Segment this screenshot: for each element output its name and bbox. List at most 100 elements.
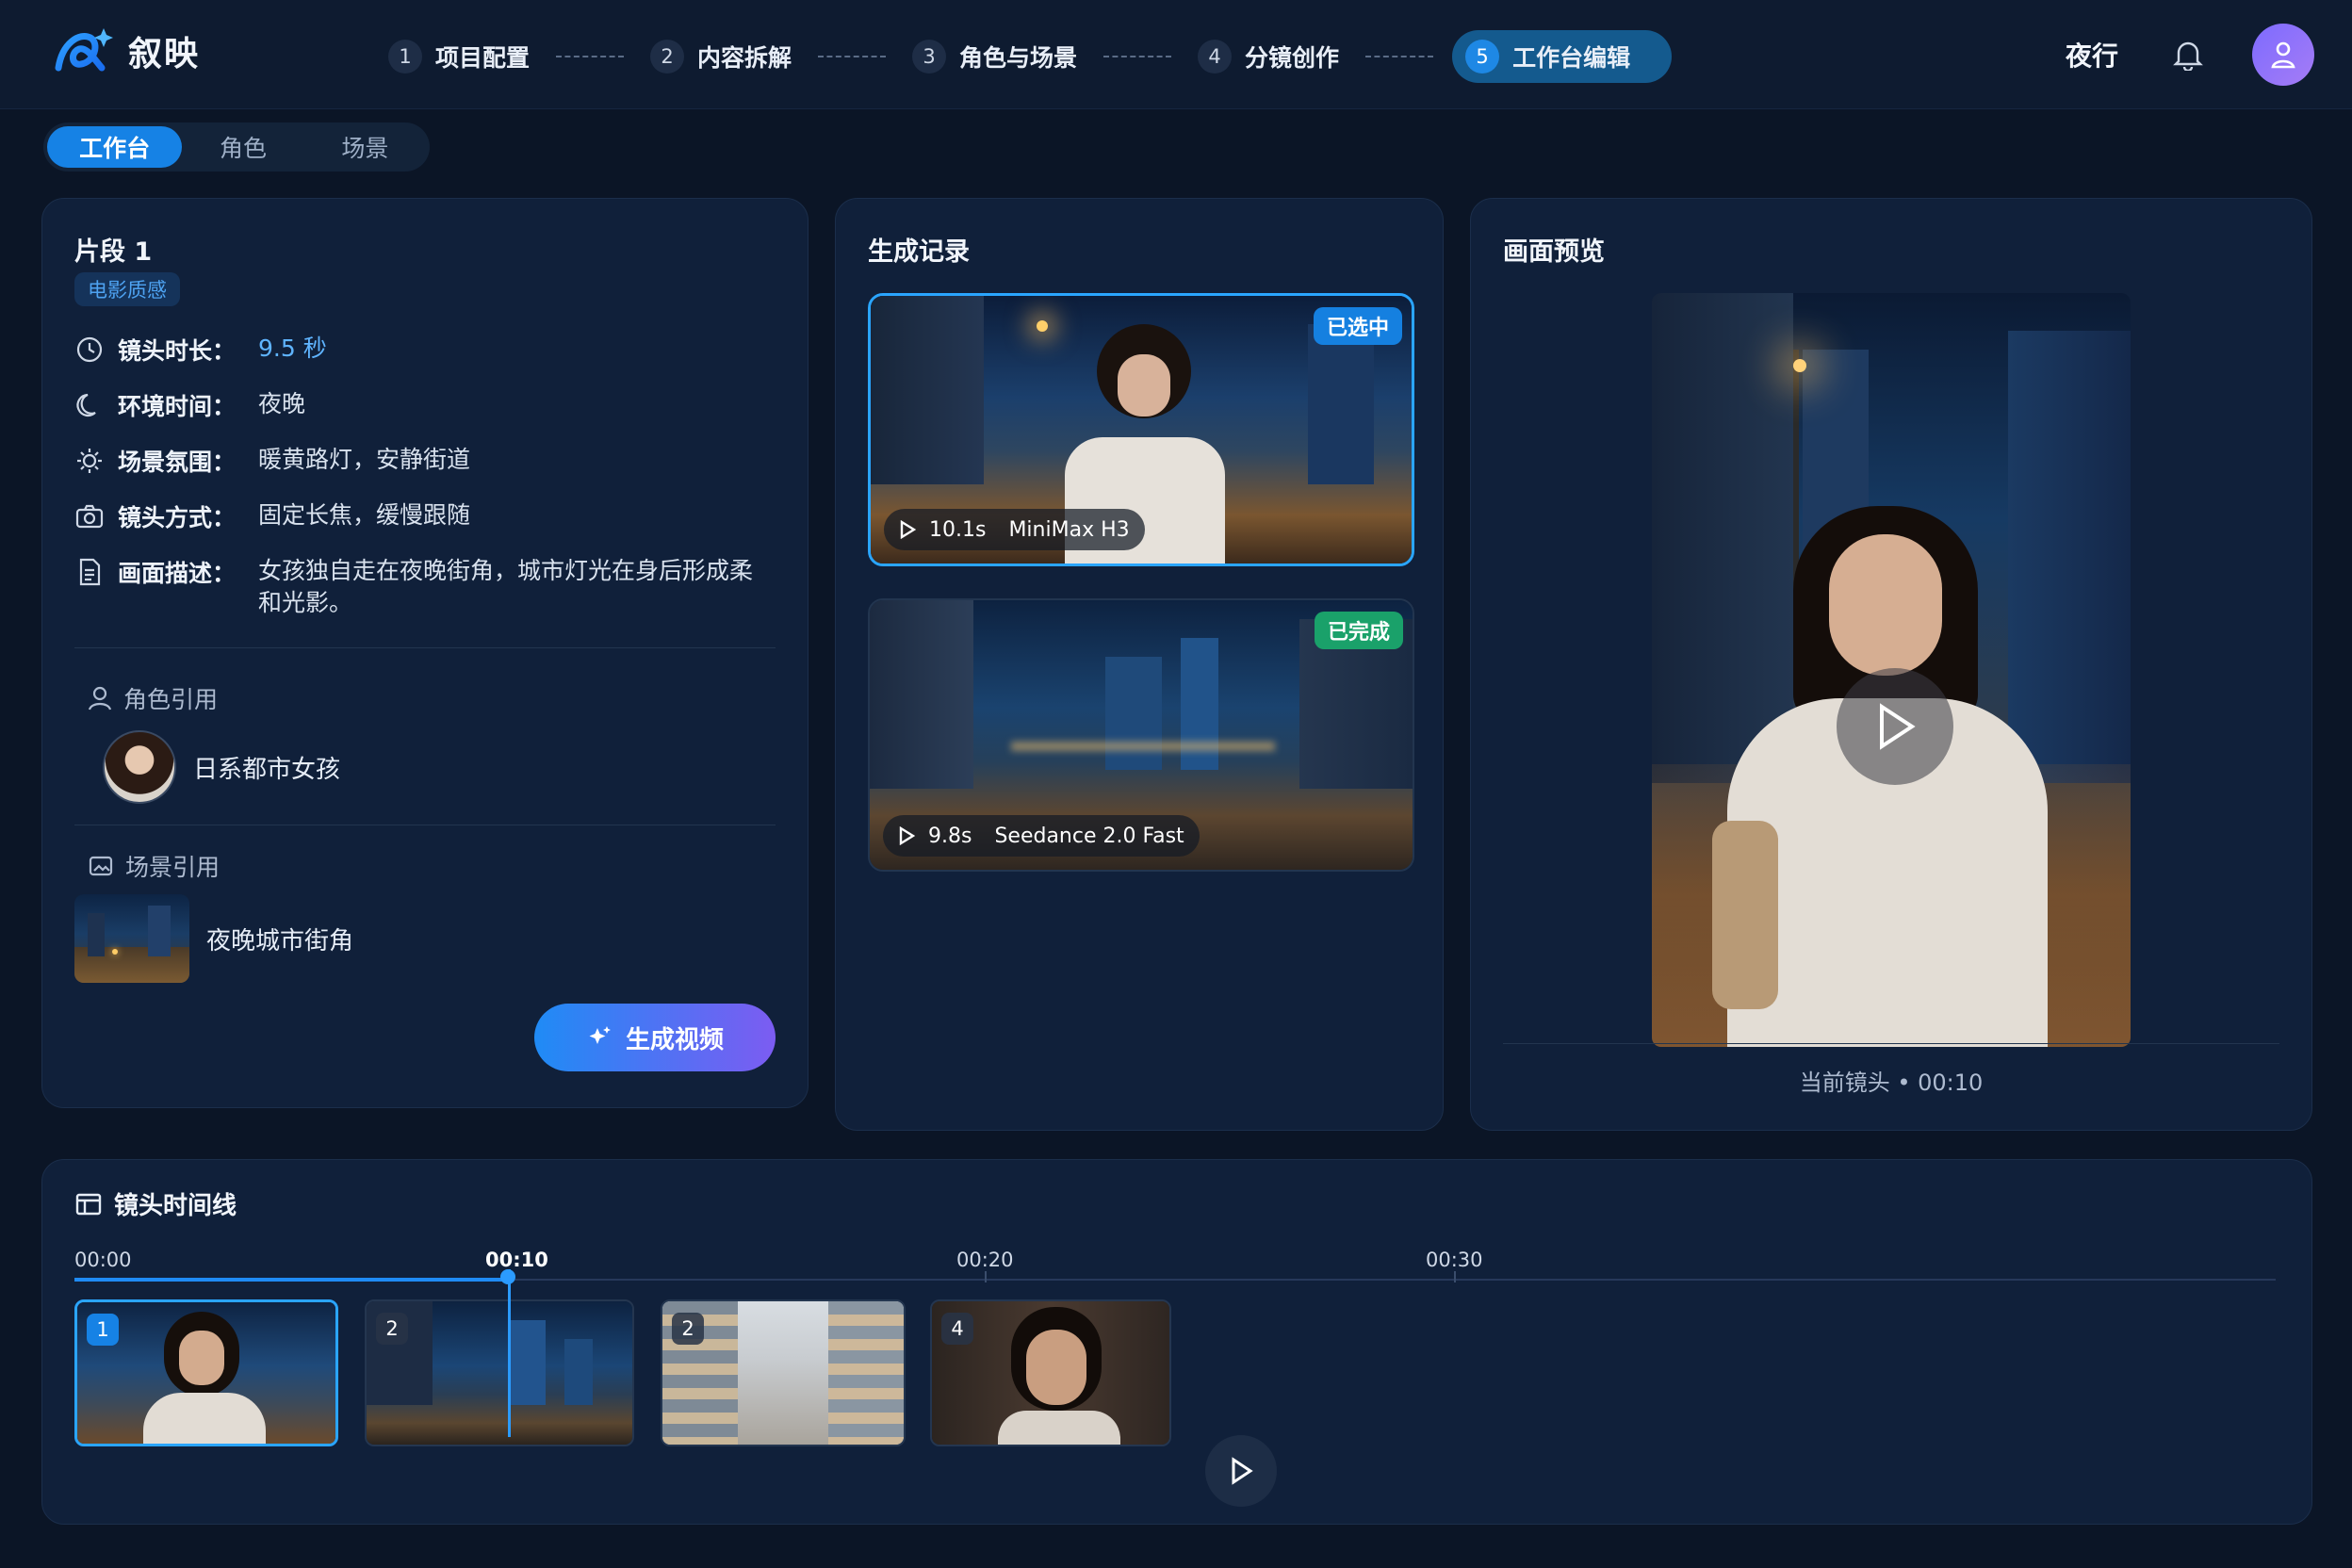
bell-icon[interactable] [2169, 36, 2207, 74]
info-value: 固定长焦，缓慢跟随 [258, 501, 471, 529]
character-ref-item[interactable]: 日系都市女孩 [103, 730, 340, 804]
time-tick: 00:20 [956, 1249, 1014, 1271]
sparkle-icon [589, 1026, 611, 1044]
timeline-icon [75, 1193, 102, 1215]
info-value: 9.5 秒 [258, 335, 327, 362]
playhead-handle[interactable] [500, 1269, 515, 1284]
top-bar: 叙映 1 项目配置 2 内容拆解 3 角色与场景 4 分镜创作 5 工作台编辑 … [0, 0, 2352, 109]
workflow-steps: 1 项目配置 2 内容拆解 3 角色与场景 4 分镜创作 5 工作台编辑 [381, 30, 1673, 83]
generate-video-button[interactable]: 生成视频 [534, 1004, 776, 1071]
step-workbench-edit[interactable]: 5 工作台编辑 [1452, 30, 1673, 83]
play-icon [900, 520, 916, 539]
step-label: 角色与场景 [959, 44, 1078, 72]
step-characters-scenes[interactable]: 3 角色与场景 [905, 30, 1085, 83]
completed-badge: 已完成 [1314, 612, 1403, 649]
tick-mark [985, 1271, 987, 1282]
step-number: 3 [912, 40, 947, 74]
scene-name: 夜晚城市街角 [206, 926, 354, 956]
play-icon [899, 826, 915, 845]
image-icon [89, 856, 113, 876]
record-model: MiniMax H3 [1008, 517, 1130, 542]
step-number: 2 [650, 40, 685, 74]
step-connector [1365, 56, 1434, 57]
tab-scenes[interactable]: 场景 [304, 126, 426, 168]
info-row-description: 画面描述： 女孩独自走在夜晚街角，城市灯光在身后形成柔和光影。 [74, 555, 767, 619]
user-avatar[interactable] [2252, 24, 2314, 86]
play-icon [1232, 1457, 1253, 1485]
character-ref-title: 角色引用 [88, 681, 218, 715]
timeline-panel: 镜头时间线 00:00 00:10 00:20 00:30 1 2 2 4 [41, 1159, 2312, 1525]
segment-title: 片段 1 [74, 237, 153, 267]
play-icon [1880, 703, 1916, 750]
records-panel: 生成记录 已选中 10.1s MiniMax H3 已完成 9.8s Seeda… [835, 198, 1444, 1131]
timeline-clip[interactable]: 4 [930, 1299, 1171, 1446]
step-number: 5 [1465, 40, 1500, 74]
clock-icon [76, 336, 103, 363]
timeline-title: 镜头时间线 [74, 1186, 237, 1221]
selected-badge: 已选中 [1313, 307, 1402, 345]
record-duration: 10.1s [929, 517, 987, 542]
divider [1503, 1043, 2279, 1044]
timeline-play-button[interactable] [1205, 1435, 1277, 1507]
info-value: 女孩独自走在夜晚街角，城市灯光在身后形成柔和光影。 [258, 557, 754, 616]
view-tabs: 工作台 角色 场景 [43, 122, 430, 172]
scene-ref-item[interactable]: 夜晚城市街角 [74, 894, 353, 983]
info-key: 场景氛围： [118, 449, 237, 476]
record-meta: 10.1s MiniMax H3 [884, 509, 1145, 550]
tick-mark [1454, 1271, 1456, 1282]
tab-characters[interactable]: 角色 [182, 126, 303, 168]
step-label: 内容拆解 [697, 44, 792, 72]
step-storyboard[interactable]: 4 分镜创作 [1190, 30, 1347, 83]
info-key: 镜头方式： [118, 504, 237, 531]
step-label: 项目配置 [435, 44, 531, 72]
step-label: 分镜创作 [1245, 44, 1340, 72]
record-card-2[interactable]: 已完成 9.8s Seedance 2.0 Fast [868, 598, 1414, 872]
logo-icon [55, 28, 113, 72]
step-connector [818, 56, 887, 57]
character-avatar [103, 730, 176, 804]
header-actions: 夜行 [2066, 23, 2314, 87]
record-card-1[interactable]: 已选中 10.1s MiniMax H3 [868, 293, 1414, 566]
preview-caption: 当前镜头 • 00:10 [1799, 1070, 1984, 1096]
step-connector [1103, 56, 1172, 57]
timeline-clip[interactable]: 2 [661, 1299, 906, 1446]
timeline-clip[interactable]: 2 [365, 1299, 634, 1446]
timeline-progress [74, 1278, 508, 1282]
time-tick-current: 00:10 [485, 1249, 548, 1271]
theme-mode-toggle[interactable]: 夜行 [2066, 36, 2118, 74]
info-key: 环境时间： [118, 393, 237, 420]
style-tag: 电影质感 [74, 272, 180, 306]
document-icon [79, 558, 101, 586]
info-row-time: 环境时间： 夜晚 [74, 388, 305, 422]
timeline-title-label: 镜头时间线 [114, 1192, 237, 1220]
step-number: 4 [1198, 40, 1233, 74]
preview-play-button[interactable] [1837, 668, 1953, 785]
step-project-config[interactable]: 1 项目配置 [381, 30, 537, 83]
info-key: 镜头时长： [118, 337, 237, 365]
clip-number: 2 [672, 1313, 704, 1345]
info-row-atmosphere: 场景氛围： 暖黄路灯，安静街道 [74, 444, 470, 478]
scene-ref-title: 场景引用 [88, 849, 220, 883]
character-name: 日系都市女孩 [193, 755, 341, 784]
step-number: 1 [388, 40, 422, 74]
user-icon [2271, 41, 2295, 69]
step-content-breakdown[interactable]: 2 内容拆解 [643, 30, 799, 83]
time-tick: 00:00 [74, 1249, 132, 1271]
scene-thumbnail [74, 894, 189, 983]
clip-number: 4 [941, 1313, 973, 1345]
timeline-clip[interactable]: 1 [74, 1299, 338, 1446]
user-icon [88, 686, 112, 710]
app-logo[interactable]: 叙映 [53, 24, 200, 77]
generate-video-label: 生成视频 [625, 1025, 724, 1054]
info-row-duration: 镜头时长： 9.5 秒 [74, 333, 327, 367]
camera-icon [75, 504, 104, 529]
preview-title: 画面预览 [1503, 237, 1605, 267]
info-key: 画面描述： [118, 560, 237, 587]
step-connector [556, 56, 625, 57]
clip-number: 2 [376, 1313, 408, 1345]
timeline-playhead[interactable] [508, 1269, 511, 1437]
tab-workbench[interactable]: 工作台 [47, 126, 183, 168]
preview-panel: 画面预览 当前镜头 • 00:10 [1470, 198, 2312, 1131]
scene-ref-label: 场景引用 [125, 854, 220, 881]
clip-number: 1 [87, 1314, 119, 1346]
